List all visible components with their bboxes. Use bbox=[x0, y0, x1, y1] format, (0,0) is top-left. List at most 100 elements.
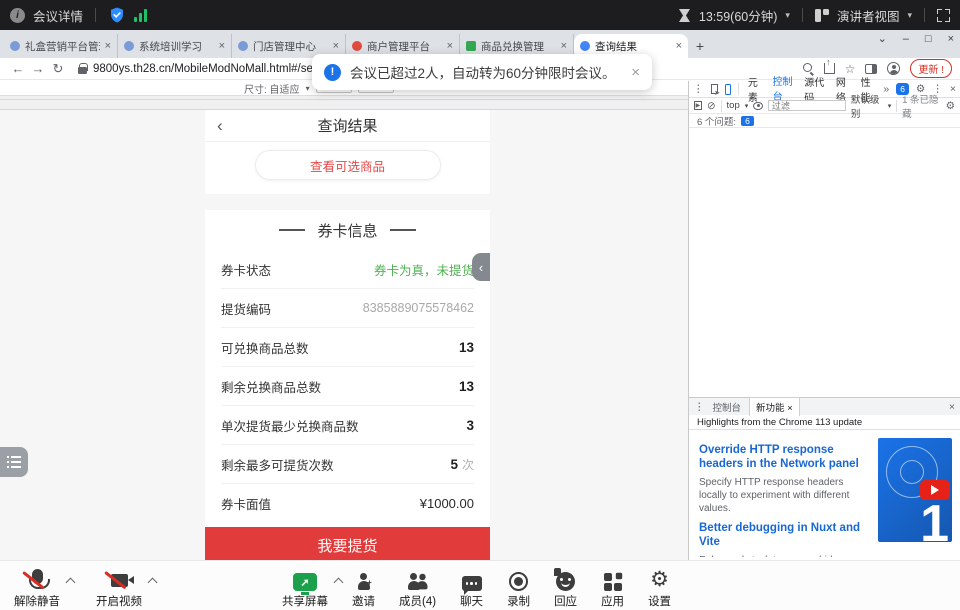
view-products-button[interactable]: 查看可选商品 bbox=[255, 150, 441, 180]
tab-close-icon[interactable]: × bbox=[333, 40, 339, 52]
drawer-tab-bar: ⋮ 控制台 新功能 × × bbox=[689, 398, 960, 415]
timer-dropdown-icon[interactable]: ▾ bbox=[785, 10, 790, 21]
tab-close-icon[interactable]: × bbox=[447, 40, 453, 52]
participants-icon bbox=[408, 573, 428, 591]
meeting-details-label[interactable]: 会议详情 bbox=[33, 6, 83, 25]
page-collapse-handle[interactable]: ‹ bbox=[472, 253, 490, 281]
browser-tab[interactable]: 系统培训学习× bbox=[118, 34, 232, 58]
devtools-tab-elements[interactable]: 元素 bbox=[746, 73, 764, 105]
meeting-timer[interactable]: 13:59(60分钟) bbox=[699, 6, 778, 25]
back-icon[interactable]: ← bbox=[8, 61, 28, 76]
favicon bbox=[124, 41, 134, 51]
chrome-113-artwork: 1 bbox=[878, 438, 952, 542]
chrome-update-button[interactable]: 更新 ! bbox=[910, 59, 952, 78]
inspect-element-icon[interactable] bbox=[711, 84, 719, 94]
unmute-button[interactable]: 解除静音 bbox=[14, 567, 60, 609]
whatsnew-desc-1: Specify HTTP response headers locally to… bbox=[699, 476, 864, 515]
page-title: 查询结果 bbox=[317, 115, 377, 136]
more-tabs-icon[interactable]: » bbox=[883, 83, 889, 95]
pickup-submit-button[interactable]: 我要提货 bbox=[205, 527, 490, 563]
issues-chip-badge[interactable]: 6 bbox=[741, 116, 754, 126]
invite-button[interactable]: + 邀请 bbox=[352, 567, 375, 609]
reactions-smiley-icon bbox=[556, 572, 575, 591]
window-maximize-icon[interactable]: □ bbox=[925, 33, 932, 45]
toast-close-icon[interactable]: × bbox=[631, 64, 640, 81]
share-options-chevron-icon[interactable] bbox=[334, 578, 344, 588]
favicon bbox=[10, 41, 20, 51]
chat-button[interactable]: 聊天 bbox=[460, 567, 483, 609]
encryption-shield-icon bbox=[108, 6, 126, 24]
meeting-toast: ! 会议已超过2人，自动转为60分钟限时会议。 × bbox=[312, 54, 652, 90]
new-tab-button[interactable]: + bbox=[688, 34, 712, 58]
reload-icon[interactable]: ↻ bbox=[48, 61, 68, 77]
chat-bubble-icon bbox=[462, 576, 482, 591]
device-size-select[interactable]: 尺寸: 自适应 bbox=[244, 81, 300, 96]
browser-tab[interactable]: 礼盒营销平台管理中心× bbox=[4, 34, 118, 58]
start-video-button[interactable]: 开启视频 bbox=[96, 567, 142, 609]
console-sidebar-icon[interactable]: ▶ bbox=[694, 101, 702, 110]
log-level-select[interactable]: 默认级别 bbox=[851, 92, 883, 120]
forward-icon[interactable]: → bbox=[28, 61, 48, 76]
tab-close-icon[interactable]: × bbox=[561, 40, 567, 52]
size-dropdown-icon[interactable]: ▾ bbox=[306, 84, 310, 93]
tab-close-icon[interactable]: × bbox=[219, 40, 225, 52]
tab-close-icon[interactable]: × bbox=[105, 40, 111, 52]
share-screen-button[interactable]: 共享屏幕 bbox=[282, 567, 328, 609]
context-dropdown-icon[interactable]: ▾ bbox=[745, 102, 749, 110]
devtools-drawer: ⋮ 控制台 新功能 × × Highlights from the Chrome… bbox=[689, 397, 960, 557]
devtools-close-icon[interactable]: × bbox=[950, 83, 956, 95]
context-selector[interactable]: top bbox=[727, 100, 740, 111]
side-panel-icon[interactable] bbox=[865, 64, 877, 74]
window-menu-icon[interactable]: ⌄ bbox=[878, 32, 887, 45]
divider bbox=[721, 100, 722, 112]
meeting-info-icon[interactable]: i bbox=[10, 8, 25, 23]
clear-console-icon[interactable]: ⊘ bbox=[707, 100, 716, 112]
profile-avatar[interactable] bbox=[887, 62, 900, 75]
settings-button[interactable]: ⚙ 设置 bbox=[648, 567, 671, 609]
reactions-button[interactable]: 回应 bbox=[554, 567, 577, 609]
console-messages-area[interactable] bbox=[689, 128, 960, 397]
favicon bbox=[238, 41, 248, 51]
kebab-icon[interactable]: ⋮ bbox=[693, 83, 704, 95]
video-options-chevron-icon[interactable] bbox=[148, 578, 158, 588]
level-dropdown-icon[interactable]: ▾ bbox=[888, 102, 892, 110]
video-off-icon bbox=[108, 569, 130, 591]
view-dropdown-icon[interactable]: ▾ bbox=[907, 10, 912, 21]
drawer-close-icon[interactable]: × bbox=[949, 401, 955, 413]
sidebar-toggle-handle[interactable] bbox=[0, 447, 28, 477]
drawer-menu-icon[interactable]: ⋮ bbox=[694, 401, 705, 413]
settings-gear-icon: ⚙ bbox=[650, 569, 669, 591]
row-remaining-redeemable: 剩余兑换商品总数 13 bbox=[221, 367, 474, 406]
hidden-messages-label: 1 条已隐藏 bbox=[902, 92, 941, 120]
live-expression-eye-icon[interactable] bbox=[753, 102, 763, 110]
tab-close-icon[interactable]: × bbox=[676, 40, 682, 52]
apps-button[interactable]: 应用 bbox=[601, 567, 624, 609]
console-toolbar: ▶ ⊘ top ▾ 默认级别 ▾ 1 条已隐藏 ⚙ bbox=[689, 98, 960, 114]
back-chevron-icon[interactable]: ‹ bbox=[217, 116, 223, 136]
console-settings-icon[interactable]: ⚙ bbox=[946, 100, 955, 112]
connection-signal-icon bbox=[134, 9, 147, 22]
favicon bbox=[580, 41, 590, 51]
row-card-status: 券卡状态 券卡为真，未提货 bbox=[221, 250, 474, 289]
fullscreen-icon[interactable] bbox=[937, 9, 950, 22]
participants-button[interactable]: 成员(4) bbox=[399, 567, 436, 609]
window-minimize-icon[interactable]: – bbox=[903, 33, 909, 45]
view-mode-label[interactable]: 演讲者视图 bbox=[837, 6, 900, 25]
drawer-tab-whatsnew[interactable]: 新功能 × bbox=[749, 397, 800, 416]
toast-message: 会议已超过2人，自动转为60分钟限时会议。 bbox=[350, 62, 616, 82]
info-icon: ! bbox=[324, 64, 341, 81]
drawer-tab-close-icon[interactable]: × bbox=[787, 403, 793, 414]
record-button[interactable]: 录制 bbox=[507, 567, 530, 609]
lock-icon[interactable] bbox=[78, 63, 87, 74]
divider bbox=[896, 100, 897, 112]
whatsnew-link-1[interactable]: Override HTTP response headers in the Ne… bbox=[699, 443, 867, 472]
device-toolbar-toggle-icon[interactable] bbox=[725, 84, 731, 95]
mute-options-chevron-icon[interactable] bbox=[66, 578, 76, 588]
window-close-icon[interactable]: × bbox=[948, 33, 954, 45]
view-layout-icon bbox=[815, 9, 829, 22]
whatsnew-link-2[interactable]: Better debugging in Nuxt and Vite bbox=[699, 521, 867, 550]
console-filter-input[interactable] bbox=[768, 100, 846, 111]
card-info-list: 券卡状态 券卡为真，未提货 提货编码 8385889075578462 可兑换商… bbox=[205, 250, 490, 523]
divider bbox=[95, 8, 96, 22]
drawer-tab-console[interactable]: 控制台 bbox=[713, 400, 742, 414]
